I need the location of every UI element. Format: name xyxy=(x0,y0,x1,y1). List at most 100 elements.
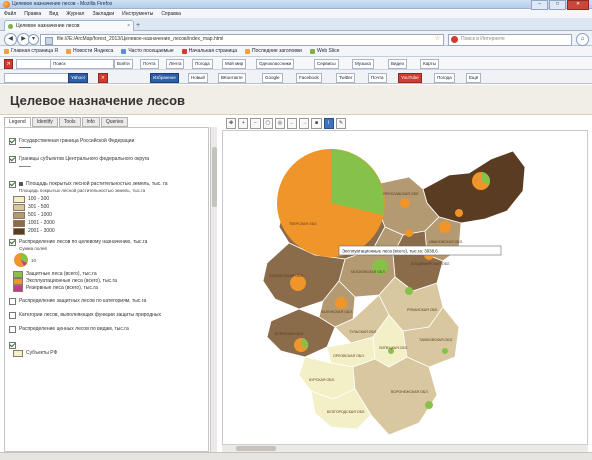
menu-edit[interactable]: Правка xyxy=(24,11,41,17)
checkbox[interactable] xyxy=(9,138,16,145)
scrollbar-thumb[interactable] xyxy=(236,446,276,451)
toolbar1-item[interactable]: Сервисы xyxy=(314,59,339,69)
menu-tools[interactable]: Инструменты xyxy=(122,11,153,17)
tab-tools[interactable]: Tools xyxy=(58,117,81,127)
tab-queries[interactable]: Queries xyxy=(100,117,129,127)
layer-sublabel: Сумма полей xyxy=(19,246,47,251)
pie-marker xyxy=(405,287,413,295)
toolbar2-item[interactable]: ВКонтакте xyxy=(218,73,246,83)
toolbar2-item[interactable]: Почта xyxy=(368,73,387,83)
toolbar2-item[interactable]: Twitter xyxy=(336,73,356,83)
dropdown-history-icon[interactable]: ▾ xyxy=(28,34,39,45)
toolbar2-item[interactable]: Ещё xyxy=(466,73,482,83)
toolbar2-item[interactable]: Погода xyxy=(434,73,455,83)
bookmark-item[interactable]: Новости Яндекса xyxy=(65,48,113,54)
toolbar1-item[interactable]: Лента xyxy=(166,59,185,69)
swatch xyxy=(13,285,23,292)
toolbar2-item[interactable]: YouTube xyxy=(398,73,422,83)
layer-forest-area[interactable]: Площадь покрытых лесной растительностью … xyxy=(9,181,168,188)
checkbox[interactable] xyxy=(9,326,16,333)
close-window-button[interactable]: ✕ xyxy=(567,0,589,10)
bookmark-item[interactable]: Часто посещаемые xyxy=(121,48,174,54)
minimize-button[interactable]: – xyxy=(531,0,548,10)
search-engine-icon[interactable] xyxy=(451,36,458,43)
pie-marker xyxy=(400,198,410,208)
toolbar2-item[interactable]: Facebook xyxy=(296,73,322,83)
menu-help[interactable]: Справка xyxy=(161,11,181,17)
zoom-box-icon[interactable]: ▢ xyxy=(262,117,273,129)
region-label: БРЯНСКАЯ ОБЛ. xyxy=(275,332,304,336)
map-scrollbar[interactable] xyxy=(222,444,588,452)
checkbox[interactable] xyxy=(9,156,16,163)
swatch xyxy=(13,278,23,285)
toolbar1-input[interactable] xyxy=(16,59,52,69)
bookmark-item[interactable]: Web Slice xyxy=(309,48,339,54)
checkbox[interactable] xyxy=(9,342,16,349)
legend-scrollbar[interactable] xyxy=(210,127,217,452)
toolbar2-input[interactable] xyxy=(4,73,70,83)
tab-info[interactable]: Info xyxy=(81,117,100,127)
full-extent-icon[interactable]: ◎ xyxy=(274,117,286,129)
toolbar1-item[interactable]: Войти xyxy=(114,59,133,69)
toolbar1-item[interactable]: Одноклассники xyxy=(256,59,295,69)
toolbar1-item[interactable]: Мой мир xyxy=(222,59,247,69)
map-view[interactable]: ТВЕРСКАЯ ОБЛ. ЯРОСЛАВСКАЯ ОБЛ. КОСТРОМСК… xyxy=(222,130,588,452)
zoom-in-icon[interactable]: + xyxy=(238,117,249,129)
toolbar1-search-button[interactable]: Поиск xyxy=(50,59,114,69)
swatch xyxy=(13,220,25,227)
home-icon[interactable]: ⌂ xyxy=(576,33,589,46)
maximize-button[interactable]: □ xyxy=(549,0,566,10)
toolbar1-item[interactable]: Видео xyxy=(388,59,408,69)
tab-legend[interactable]: Legend xyxy=(4,117,31,127)
bookmark-icon xyxy=(181,48,187,54)
zoom-out-icon[interactable]: − xyxy=(250,117,261,129)
menu-view[interactable]: Вид xyxy=(49,11,58,17)
back-button[interactable]: ◀ xyxy=(4,33,17,46)
identify-icon[interactable]: i xyxy=(323,117,334,129)
address-bar[interactable]: file:///E:/ArcMap/forest_2013/Целевое-на… xyxy=(40,34,444,46)
expand-icon[interactable] xyxy=(19,182,23,186)
checkbox[interactable] xyxy=(9,298,16,305)
pan-icon[interactable]: ✥ xyxy=(226,117,237,129)
region-label: ВОРОНЕЖСКАЯ ОБЛ. xyxy=(391,390,429,394)
bookmark-item[interactable]: Главная страница Я xyxy=(4,48,58,54)
toolbar1-item[interactable]: Почта xyxy=(140,59,159,69)
window-controls: – □ ✕ xyxy=(531,0,589,10)
star-icon[interactable]: ☆ xyxy=(435,35,440,42)
checkbox[interactable] xyxy=(9,312,16,319)
toolbar2-item[interactable]: Новый xyxy=(188,73,208,83)
menu-bookmarks[interactable]: Закладки xyxy=(92,11,114,17)
toolbar1-item[interactable]: Карты xyxy=(420,59,439,69)
tab-close-icon[interactable]: × xyxy=(127,23,130,29)
scrollbar-thumb[interactable] xyxy=(212,147,217,207)
checkbox[interactable] xyxy=(9,181,16,188)
tab-identify[interactable]: Identify xyxy=(31,117,58,127)
new-tab-button[interactable]: + xyxy=(136,22,140,29)
stop-icon[interactable]: ■ xyxy=(311,117,322,129)
checkbox[interactable] xyxy=(9,239,16,246)
legend-class: 2001 - 3000 xyxy=(13,228,55,235)
toolbar2-badge[interactable]: ✕ xyxy=(98,73,108,83)
toolbar2-search-button[interactable]: Yahoo! xyxy=(68,73,88,83)
next-extent-icon[interactable]: → xyxy=(299,117,310,129)
toolbar1-item[interactable]: Музыка xyxy=(352,59,374,69)
layer-subject-borders[interactable]: Границы субъектов Центрального федеральн… xyxy=(9,156,149,163)
layer-subjects[interactable] xyxy=(9,342,16,349)
toolbar2-item[interactable]: Google xyxy=(262,73,283,83)
menu-file[interactable]: Файл xyxy=(4,11,16,17)
search-input[interactable]: Поиск в Интернете xyxy=(448,34,572,46)
bookmark-item[interactable]: Начальная страница xyxy=(181,48,237,54)
toolbar1-item[interactable]: Погода xyxy=(192,59,213,69)
layer-state-border[interactable]: Государственная граница Российской Федер… xyxy=(9,138,134,145)
layer-categories[interactable]: Категории лесов, выполняющих функции защ… xyxy=(9,312,161,319)
measure-icon[interactable]: ✎ xyxy=(335,117,347,129)
map-canvas[interactable]: ТВЕРСКАЯ ОБЛ. ЯРОСЛАВСКАЯ ОБЛ. КОСТРОМСК… xyxy=(223,131,588,452)
layer-valuable[interactable]: Распределение ценных лесов по видам, тыс… xyxy=(9,326,129,333)
layer-protective[interactable]: Распределение защитных лесов по категори… xyxy=(9,298,146,305)
toolbar1-logo[interactable]: Я xyxy=(4,59,14,69)
menu-history[interactable]: Журнал xyxy=(66,11,84,17)
toolbar2-item[interactable]: Избранное xyxy=(150,73,179,83)
layer-forest-purpose[interactable]: Распределение лесов по целевому назначен… xyxy=(9,239,147,246)
prev-extent-icon[interactable]: ← xyxy=(287,117,298,129)
bookmark-item[interactable]: Последние заголовки xyxy=(245,48,302,54)
